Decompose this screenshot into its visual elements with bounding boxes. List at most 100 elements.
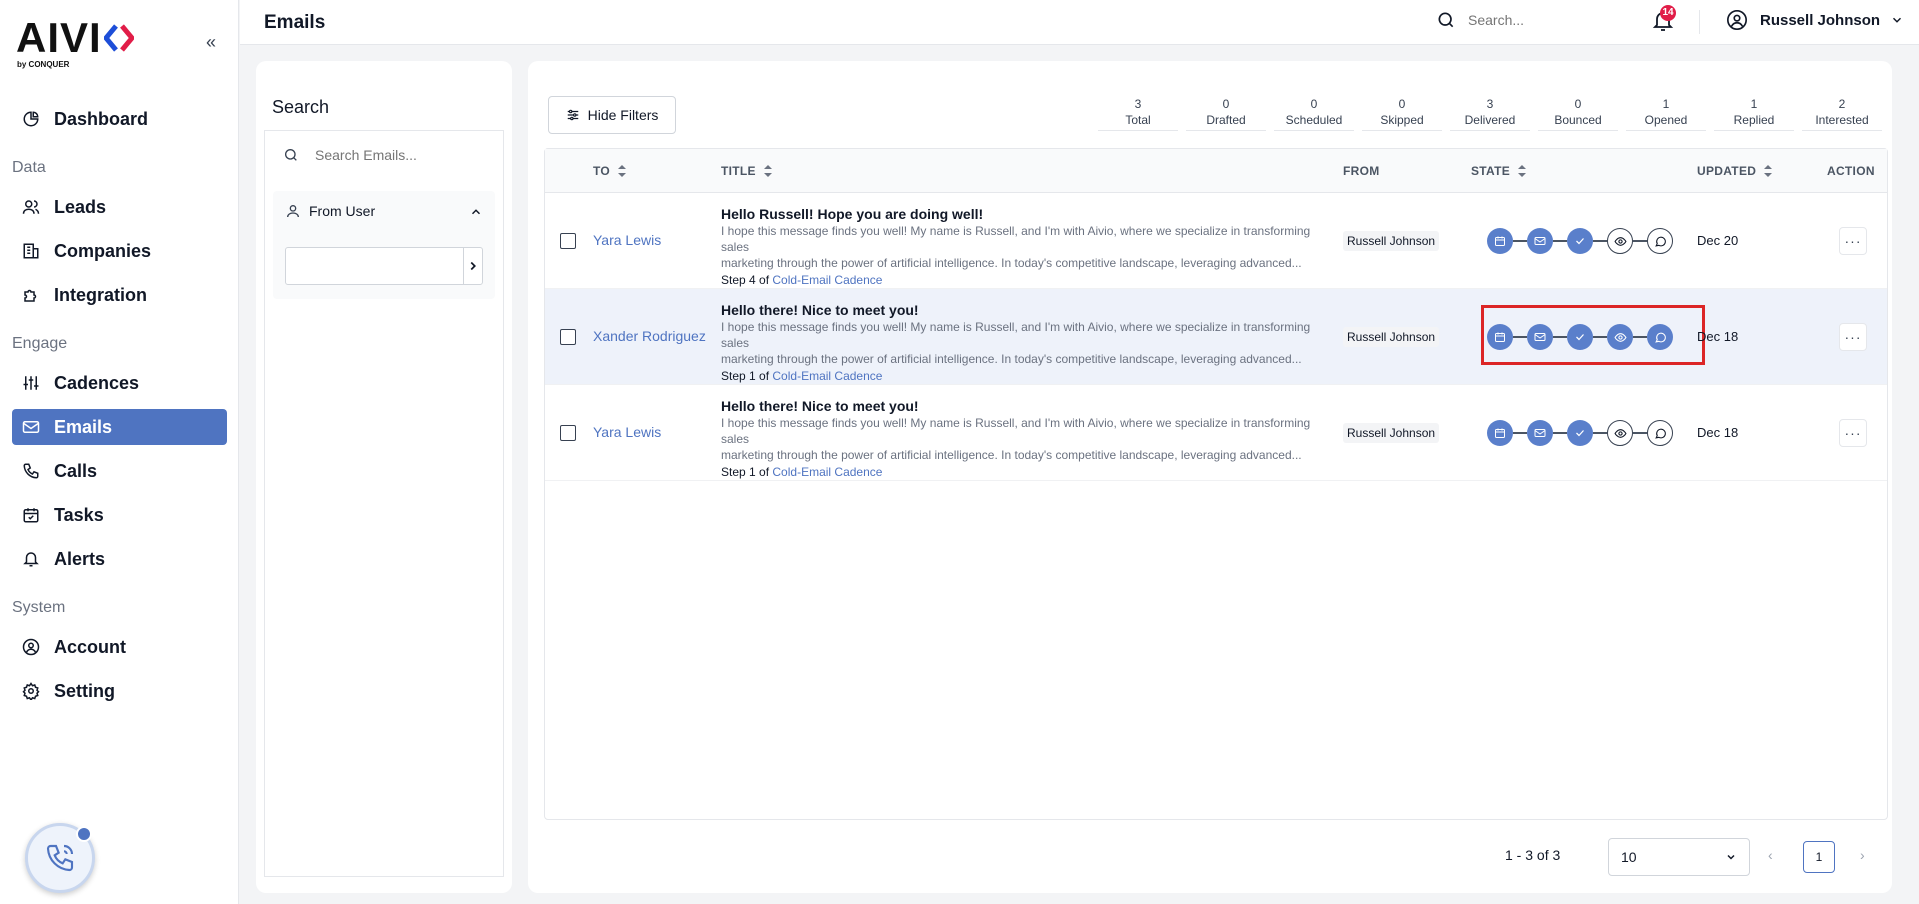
stat-label: Opened bbox=[1644, 113, 1688, 127]
user-circle-icon bbox=[1727, 10, 1747, 30]
sidebar-item-calls[interactable]: Calls bbox=[12, 453, 227, 489]
email-title-block: Hello there! Nice to meet you! I hope th… bbox=[721, 397, 1341, 481]
sidebar-item-account[interactable]: Account bbox=[12, 629, 227, 665]
stat-opened[interactable]: 1 Opened bbox=[1626, 97, 1706, 131]
nav-section-system: System bbox=[12, 599, 66, 616]
page-size-select[interactable]: 10 bbox=[1608, 838, 1750, 876]
hide-filters-button[interactable]: Hide Filters bbox=[548, 96, 676, 134]
stat-replied[interactable]: 1 Replied bbox=[1714, 97, 1794, 131]
from-user-input[interactable] bbox=[286, 248, 463, 284]
chevron-right-icon bbox=[470, 261, 476, 271]
stat-scheduled[interactable]: 0 Scheduled bbox=[1274, 97, 1354, 131]
stat-label: Bounced bbox=[1554, 113, 1602, 127]
stat-drafted[interactable]: 0 Drafted bbox=[1186, 97, 1266, 131]
cadence-link[interactable]: Cold-Email Cadence bbox=[772, 369, 882, 383]
global-search[interactable] bbox=[1436, 10, 1608, 30]
email-preview-line: marketing through the power of artificia… bbox=[721, 448, 1302, 462]
next-page-icon[interactable]: › bbox=[1860, 847, 1865, 863]
recipient-link[interactable]: Yara Lewis bbox=[593, 232, 661, 248]
nav-section-data: Data bbox=[12, 159, 46, 176]
sidebar-item-integration[interactable]: Integration bbox=[12, 277, 227, 313]
stat-interested[interactable]: 2 Interested bbox=[1802, 97, 1882, 131]
users-icon bbox=[22, 198, 40, 216]
aivi-logo[interactable]: AIVI by CONQUER bbox=[16, 17, 134, 69]
cadence-link[interactable]: Cold-Email Cadence bbox=[772, 273, 882, 287]
bell-icon bbox=[22, 550, 40, 568]
stat-count: 2 bbox=[1838, 97, 1846, 111]
sidebar-item-label: Companies bbox=[54, 240, 152, 261]
sidebar-item-leads[interactable]: Leads bbox=[12, 189, 227, 225]
column-label: TITLE bbox=[721, 164, 756, 178]
sidebar-item-setting[interactable]: Setting bbox=[12, 673, 227, 709]
column-from: FROM bbox=[1343, 164, 1380, 178]
table-row[interactable]: Xander Rodriguez Hello there! Nice to me… bbox=[545, 289, 1887, 385]
state-timeline bbox=[1487, 228, 1673, 254]
sidebar-item-cadences[interactable]: Cadences bbox=[12, 365, 227, 401]
sidebar-item-label: Account bbox=[54, 636, 126, 657]
previous-page-icon[interactable]: ‹ bbox=[1768, 847, 1773, 863]
sidebar-item-tasks[interactable]: Tasks bbox=[12, 497, 227, 533]
stat-count: 3 bbox=[1486, 97, 1494, 111]
email-subject: Hello there! Nice to meet you! bbox=[721, 302, 919, 318]
logo-subtitle: by CONQUER bbox=[17, 60, 70, 69]
from-user-header[interactable]: From User bbox=[285, 203, 375, 219]
column-title[interactable]: TITLE bbox=[721, 164, 772, 178]
global-search-input[interactable] bbox=[1468, 12, 1608, 28]
scheduled-state-icon bbox=[1487, 228, 1513, 254]
collapse-sidebar-icon[interactable]: « bbox=[201, 32, 221, 52]
sidebar-item-emails[interactable]: Emails bbox=[12, 409, 227, 445]
row-checkbox[interactable] bbox=[560, 329, 576, 345]
sidebar-item-dashboard[interactable]: Dashboard bbox=[12, 101, 227, 137]
sort-icon bbox=[1764, 165, 1773, 177]
sort-icon bbox=[618, 165, 627, 177]
from-user-label: From User bbox=[309, 203, 376, 219]
state-timeline bbox=[1487, 420, 1673, 446]
stat-delivered[interactable]: 3 Delivered bbox=[1450, 97, 1530, 131]
sender-chip: Russell Johnson bbox=[1343, 231, 1440, 251]
sidebar-item-alerts[interactable]: Alerts bbox=[12, 541, 227, 577]
row-checkbox[interactable] bbox=[560, 425, 576, 441]
email-subject: Hello Russell! Hope you are doing well! bbox=[721, 206, 984, 222]
header-divider bbox=[1699, 10, 1700, 34]
calendar-check-icon bbox=[22, 506, 40, 524]
phone-call-icon bbox=[46, 844, 74, 872]
chevron-up-icon[interactable] bbox=[469, 205, 483, 219]
table-row[interactable]: Yara Lewis Hello Russell! Hope you are d… bbox=[545, 193, 1887, 289]
hide-filters-label: Hide Filters bbox=[587, 107, 659, 123]
sidebar-item-label: Leads bbox=[54, 196, 107, 217]
replied-chat-state-icon bbox=[1647, 420, 1673, 446]
email-search-input[interactable] bbox=[315, 147, 475, 163]
sidebar-item-label: Cadences bbox=[54, 372, 140, 393]
sidebar-item-label: Emails bbox=[54, 416, 113, 437]
sidebar-item-companies[interactable]: Companies bbox=[12, 233, 227, 269]
column-action: ACTION bbox=[1827, 164, 1875, 178]
email-search[interactable] bbox=[283, 147, 475, 163]
cadence-link[interactable]: Cold-Email Cadence bbox=[772, 465, 882, 479]
building-icon bbox=[22, 242, 40, 260]
mail-icon bbox=[22, 418, 40, 436]
page-size-value: 10 bbox=[1621, 849, 1637, 865]
user-icon bbox=[287, 205, 299, 218]
recipient-link[interactable]: Xander Rodriguez bbox=[593, 328, 706, 344]
dialer-button[interactable] bbox=[25, 823, 95, 893]
column-to[interactable]: TO bbox=[593, 164, 627, 178]
stat-count: 0 bbox=[1574, 97, 1582, 111]
user-menu[interactable]: Russell Johnson bbox=[1726, 9, 1904, 31]
row-actions-button[interactable]: ··· bbox=[1839, 419, 1867, 447]
row-checkbox[interactable] bbox=[560, 233, 576, 249]
sender-chip: Russell Johnson bbox=[1343, 327, 1440, 347]
column-state[interactable]: STATE bbox=[1471, 164, 1527, 178]
page-number-button[interactable]: 1 bbox=[1803, 841, 1835, 873]
table-row[interactable]: Yara Lewis Hello there! Nice to meet you… bbox=[545, 385, 1887, 481]
opened-eye-state-icon bbox=[1607, 228, 1633, 254]
column-updated[interactable]: UPDATED bbox=[1697, 164, 1773, 178]
from-user-submit-button[interactable] bbox=[463, 248, 482, 284]
stat-skipped[interactable]: 0 Skipped bbox=[1362, 97, 1442, 131]
recipient-link[interactable]: Yara Lewis bbox=[593, 424, 661, 440]
gear-icon bbox=[22, 682, 40, 700]
column-label: ACTION bbox=[1827, 164, 1875, 178]
stat-total[interactable]: 3 Total bbox=[1098, 97, 1178, 131]
row-actions-button[interactable]: ··· bbox=[1839, 323, 1867, 351]
stat-bounced[interactable]: 0 Bounced bbox=[1538, 97, 1618, 131]
row-actions-button[interactable]: ··· bbox=[1839, 227, 1867, 255]
